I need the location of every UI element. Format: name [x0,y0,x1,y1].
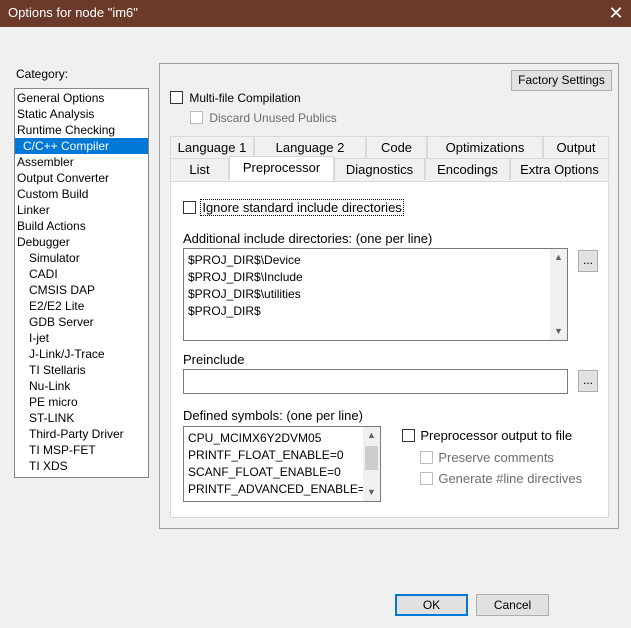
category-item[interactable]: J-Link/J-Trace [15,346,148,362]
category-item[interactable]: Simulator [15,250,148,266]
include-dirs-browse-button[interactable]: ... [578,250,598,272]
category-item[interactable]: Build Actions [15,218,148,234]
include-dir-line: $PROJ_DIR$ [188,304,261,318]
category-item[interactable]: Runtime Checking [15,122,148,138]
multifile-checkbox[interactable] [170,91,183,105]
preserve-comments-checkbox [420,451,433,465]
category-item[interactable]: I-jet [15,330,148,346]
category-item[interactable]: Debugger [15,234,148,250]
tab-optimizations[interactable]: Optimizations [427,136,543,158]
discard-checkbox-row: Discard Unused Publics [190,110,337,125]
category-item[interactable]: CMSIS DAP [15,282,148,298]
category-list[interactable]: General Options Static Analysis Runtime Ch… [14,88,149,478]
category-item[interactable]: Custom Build [15,186,148,202]
preinclude-label: Preinclude [183,352,245,367]
category-label: Category: [16,67,69,81]
category-item[interactable]: CADI [15,266,148,282]
ignore-std-row[interactable]: Ignore standard include directories [183,199,404,217]
category-item[interactable]: PE micro [15,394,148,410]
tab-encodings[interactable]: Encodings [425,158,510,180]
preinclude-input[interactable] [183,369,568,394]
category-item[interactable]: E2/E2 Lite [15,298,148,314]
category-item[interactable]: Linker [15,202,148,218]
category-item[interactable]: TI MSP-FET [15,442,148,458]
category-item[interactable]: GDB Server [15,314,148,330]
include-dirs-lines: $PROJ_DIR$\Device $PROJ_DIR$\Include $PROJ… [188,252,547,320]
category-item[interactable]: Assembler [15,154,148,170]
defined-symbol-line: CPU_MCIMX6Y2DVM05 [188,431,322,445]
additional-include-label: Additional include directories: (one per… [183,231,433,246]
category-item[interactable]: General Options [15,90,148,106]
multifile-checkbox-row[interactable]: Multi-file Compilation [170,90,301,105]
scroll-down-icon[interactable]: ▼ [550,323,567,340]
category-item[interactable]: Third-Party Driver [15,426,148,442]
category-item[interactable]: Static Analysis [15,106,148,122]
generate-line-label: Generate #line directives [438,471,583,487]
ignore-std-checkbox[interactable] [183,201,196,215]
category-item[interactable]: C/C++ Compiler [15,138,148,154]
tab-language-1[interactable]: Language 1 [170,136,254,158]
title-bar: Options for node "im6" ✕ [0,0,631,27]
defined-symbol-line: PRINTF_FLOAT_ENABLE=0 [188,448,344,462]
category-item[interactable]: TI XDS [15,458,148,474]
window-title: Options for node "im6" [8,5,138,20]
generate-line-row: Generate #line directives [420,471,582,486]
tab-diagnostics[interactable]: Diagnostics [334,158,425,180]
discard-label: Discard Unused Publics [209,110,337,125]
include-dir-line: $PROJ_DIR$\Device [188,253,301,267]
pp-output-label: Preprocessor output to file [420,428,573,444]
defined-symbols-scrollbar[interactable]: ▲ ▼ [363,427,380,501]
pp-output-row[interactable]: Preprocessor output to file [402,428,572,443]
tab-output[interactable]: Output [543,136,609,158]
defined-symbols-textarea[interactable]: CPU_MCIMX6Y2DVM05 PRINTF_FLOAT_ENABLE=0 SC… [183,426,381,502]
category-item[interactable]: Output Converter [15,170,148,186]
defined-symbol-line: SCANF_FLOAT_ENABLE=0 [188,465,341,479]
category-item[interactable]: TI Stellaris [15,362,148,378]
generate-line-checkbox [420,472,433,486]
scroll-thumb[interactable] [365,446,378,470]
include-dirs-scrollbar[interactable]: ▲ ▼ [550,249,567,340]
multifile-label: Multi-file Compilation [189,90,301,105]
preserve-comments-label: Preserve comments [438,450,554,466]
factory-settings-button[interactable]: Factory Settings [511,70,612,91]
tab-preprocessor[interactable]: Preprocessor [229,156,334,181]
tab-code[interactable]: Code [366,136,427,158]
tab-language-2[interactable]: Language 2 [254,136,366,158]
category-item[interactable]: ST-LINK [15,410,148,426]
defined-symbols-label: Defined symbols: (one per line) [183,408,363,423]
include-dir-line: $PROJ_DIR$\utilities [188,287,301,301]
scroll-down-icon[interactable]: ▼ [363,484,380,501]
tab-extra-options[interactable]: Extra Options [510,158,609,180]
pp-output-checkbox[interactable] [402,429,415,443]
close-icon[interactable]: ✕ [601,0,631,27]
scroll-up-icon[interactable]: ▲ [550,249,567,266]
defined-symbols-lines: CPU_MCIMX6Y2DVM05 PRINTF_FLOAT_ENABLE=0 SC… [188,430,364,498]
preserve-comments-row: Preserve comments [420,450,554,465]
include-dirs-textarea[interactable]: $PROJ_DIR$\Device $PROJ_DIR$\Include $PROJ… [183,248,568,341]
preinclude-browse-button[interactable]: ... [578,370,598,392]
ignore-std-label: Ignore standard include directories [200,199,404,217]
category-item[interactable]: Nu-Link [15,378,148,394]
ok-button[interactable]: OK [395,594,468,616]
include-dir-line: $PROJ_DIR$\Include [188,270,303,284]
scroll-up-icon[interactable]: ▲ [363,427,380,444]
tab-list[interactable]: List [170,158,229,180]
cancel-button[interactable]: Cancel [476,594,549,616]
discard-checkbox [190,111,203,125]
defined-symbol-line: PRINTF_ADVANCED_ENABLE=1 [188,482,364,496]
